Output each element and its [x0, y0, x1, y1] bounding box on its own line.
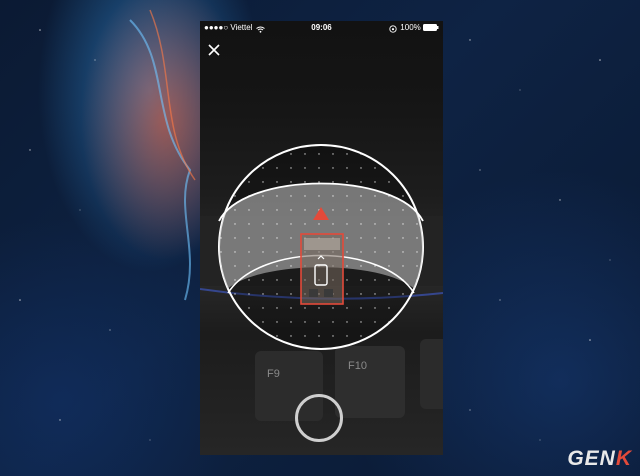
phone-screen: F9 F10 ●●●●○ Viettel 09:06 100%	[200, 21, 443, 455]
panorama-guide	[218, 144, 424, 350]
capture-frame	[300, 233, 344, 305]
watermark-main: GEN	[567, 447, 616, 470]
shutter-button[interactable]	[295, 394, 343, 442]
genk-watermark-logo: GENK	[567, 447, 632, 471]
watermark-accent: K	[615, 447, 632, 470]
